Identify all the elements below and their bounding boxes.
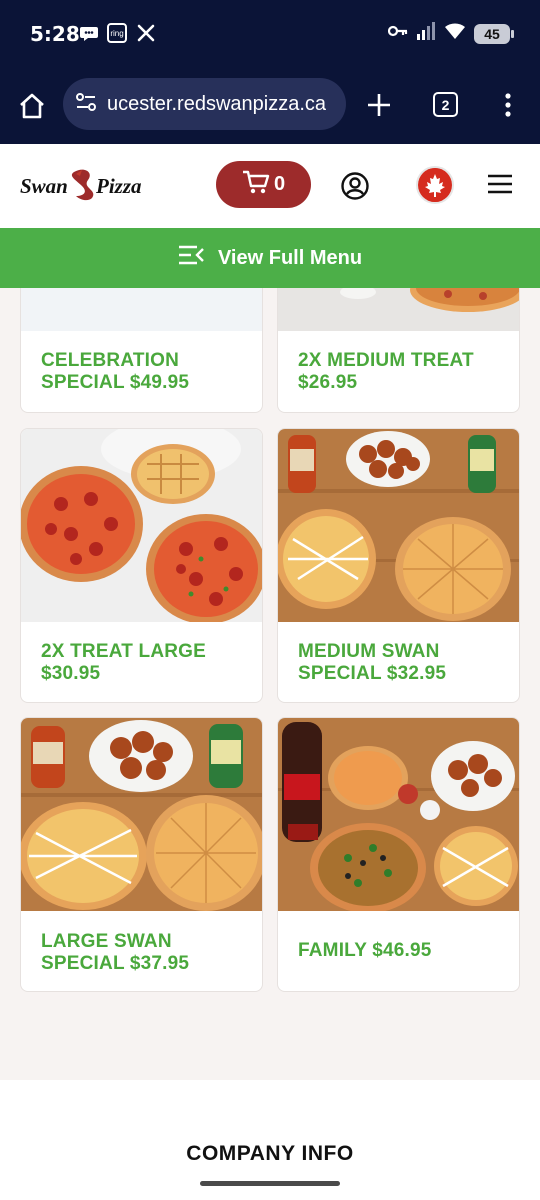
product-card[interactable]: CELEBRATION SPECIAL $49.95 — [20, 288, 263, 413]
battery-icon: 45 — [474, 23, 514, 44]
product-card[interactable]: LARGE SWAN SPECIAL $37.95 — [20, 717, 263, 992]
svg-text:Swan: Swan — [20, 174, 68, 198]
gesture-home-indicator[interactable] — [200, 1181, 340, 1186]
company-info-heading[interactable]: COMPANY INFO — [0, 1142, 540, 1166]
product-title: LARGE SWAN SPECIAL $37.95 — [41, 931, 190, 974]
account-icon[interactable] — [340, 171, 370, 201]
hamburger-menu-icon[interactable] — [487, 173, 513, 195]
product-card[interactable]: MEDIUM SWAN SPECIAL $32.95 — [277, 428, 520, 703]
x-icon — [136, 22, 156, 44]
product-title: CELEBRATION SPECIAL $49.95 — [41, 350, 190, 393]
url-text: ucester.redswanpizza.ca — [107, 92, 327, 115]
home-icon[interactable] — [16, 90, 48, 122]
product-title: 2X MEDIUM TREAT $26.95 — [298, 350, 474, 393]
wifi-icon — [444, 22, 466, 45]
product-title: FAMILY $46.95 — [298, 940, 432, 961]
cart-button[interactable]: 0 — [216, 161, 311, 208]
canada-flag-icon[interactable] — [416, 166, 454, 204]
status-time: 5:28 — [30, 22, 80, 46]
product-image — [21, 429, 262, 622]
product-title: MEDIUM SWAN SPECIAL $32.95 — [298, 641, 447, 684]
new-tab-icon[interactable] — [364, 90, 394, 120]
address-bar[interactable]: ucester.redswanpizza.ca — [63, 78, 346, 130]
product-image — [21, 288, 262, 331]
signal-icon — [416, 22, 436, 45]
product-image — [21, 718, 262, 911]
svg-text:Pizza: Pizza — [95, 174, 142, 198]
product-card[interactable]: 2X MEDIUM TREAT $26.95 — [277, 288, 520, 413]
ring-label: ring — [107, 23, 127, 43]
product-image — [278, 718, 519, 911]
status-right-icons: 45 — [387, 22, 514, 45]
browser-toolbar: ucester.redswanpizza.ca 2 — [0, 68, 540, 144]
menu-list-icon — [178, 245, 204, 271]
cart-icon — [242, 169, 270, 200]
ring-icon: ring — [106, 22, 128, 44]
red-swan-pizza-logo[interactable]: Swan Pizza — [18, 164, 153, 204]
view-full-menu-button[interactable]: View Full Menu — [0, 228, 540, 288]
product-title: 2X TREAT LARGE $30.95 — [41, 641, 207, 684]
site-header: Swan Pizza 0 — [0, 144, 540, 228]
chat-icon — [78, 22, 100, 44]
key-icon — [387, 24, 408, 43]
battery-level: 45 — [484, 25, 500, 42]
site-settings-icon[interactable] — [75, 92, 97, 117]
product-image — [278, 288, 519, 331]
more-options-icon[interactable] — [497, 92, 519, 118]
tab-switcher-button[interactable]: 2 — [433, 92, 458, 117]
product-card[interactable]: 2X TREAT LARGE $30.95 — [20, 428, 263, 703]
status-bar: 5:28 ring 45 — [0, 0, 540, 68]
view-full-menu-label: View Full Menu — [217, 246, 363, 269]
product-image — [278, 429, 519, 622]
product-card[interactable]: FAMILY $46.95 — [277, 717, 520, 992]
cart-count: 0 — [273, 173, 286, 195]
